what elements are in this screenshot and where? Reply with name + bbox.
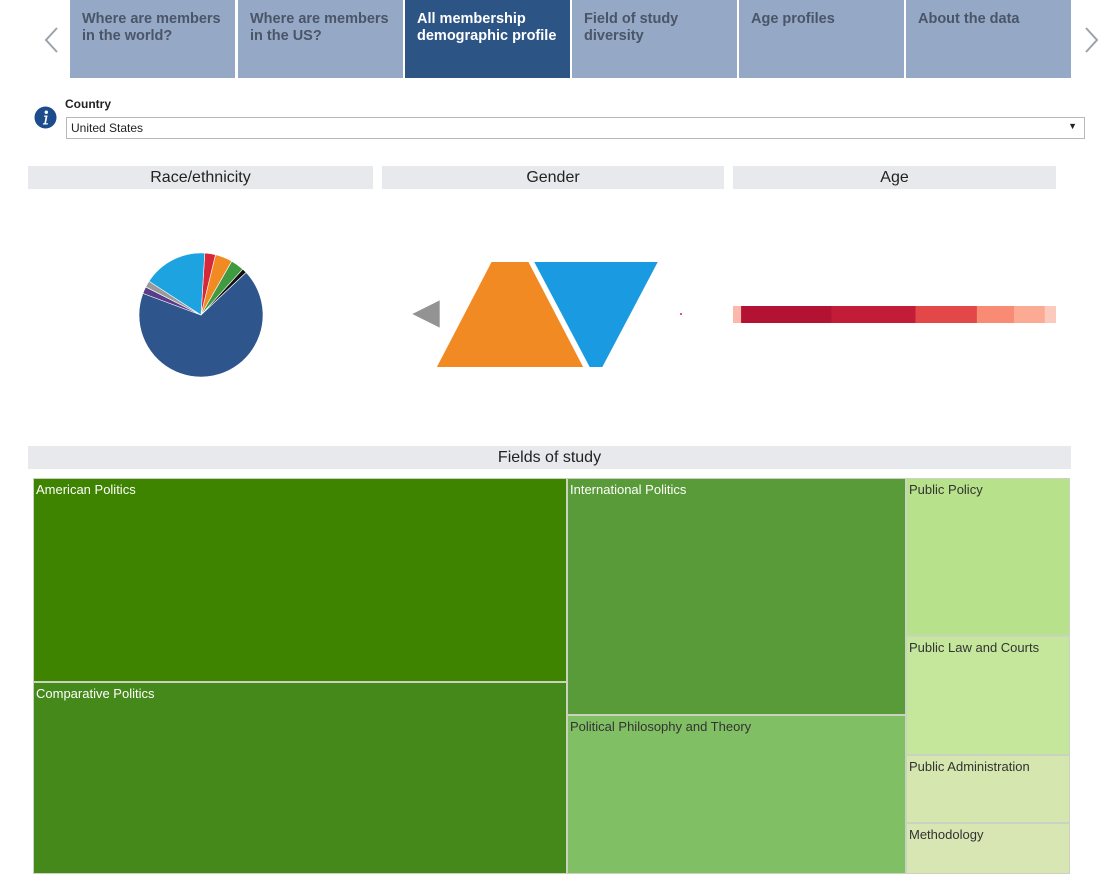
treemap-cell-methodology[interactable]: Methodology xyxy=(906,823,1070,874)
age-segment-4[interactable] xyxy=(976,306,1015,323)
tab-about-data[interactable]: About the data xyxy=(906,0,1071,78)
age-header: Age xyxy=(733,166,1056,189)
chevron-down-icon: ▼ xyxy=(1068,121,1077,131)
treemap-cell-international-politics[interactable]: International Politics xyxy=(567,478,906,715)
gender-mark-3[interactable] xyxy=(680,313,682,315)
next-arrow-button[interactable] xyxy=(1080,24,1104,56)
chevron-right-icon xyxy=(1085,27,1099,53)
age-segment-3[interactable] xyxy=(915,306,978,323)
country-selected-value: United States xyxy=(71,121,144,135)
tab-membership-profile[interactable]: All membership demographic profile xyxy=(405,0,570,78)
age-segment-5[interactable] xyxy=(1014,306,1045,323)
gender-header: Gender xyxy=(382,166,724,189)
gender-mark-0[interactable] xyxy=(412,300,440,328)
chevron-left-icon xyxy=(44,27,58,53)
race-header: Race/ethnicity xyxy=(28,166,373,189)
age-segment-6[interactable] xyxy=(1044,306,1056,323)
treemap-cell-public-administration[interactable]: Public Administration xyxy=(906,755,1070,823)
prev-arrow-button[interactable] xyxy=(40,24,64,56)
age-bar-chart xyxy=(733,306,1056,323)
tab-us-members[interactable]: Where are members in the US? xyxy=(238,0,403,78)
age-segment-0[interactable] xyxy=(733,306,742,323)
tab-age-profiles[interactable]: Age profiles xyxy=(739,0,904,78)
treemap-cell-public-law-and-courts[interactable]: Public Law and Courts xyxy=(906,636,1070,755)
fields-header: Fields of study xyxy=(28,446,1071,469)
tab-world-members[interactable]: Where are members in the world? xyxy=(70,0,235,78)
country-dropdown[interactable]: United States ▼ xyxy=(66,117,1085,139)
race-pie-chart xyxy=(138,252,264,378)
treemap-cell-political-philosophy-and-theory[interactable]: Political Philosophy and Theory xyxy=(567,715,906,874)
info-icon[interactable] xyxy=(34,106,57,129)
gender-chart xyxy=(412,262,682,367)
age-segment-2[interactable] xyxy=(831,306,916,323)
age-segment-1[interactable] xyxy=(741,306,832,323)
country-label: Country xyxy=(65,97,111,111)
fields-treemap: American Politics Comparative Politics Int… xyxy=(33,478,1070,874)
treemap-cell-comparative-politics[interactable]: Comparative Politics xyxy=(33,682,567,874)
treemap-cell-american-politics[interactable]: American Politics xyxy=(33,478,567,682)
tab-field-diversity[interactable]: Field of study diversity xyxy=(572,0,737,78)
treemap-cell-public-policy[interactable]: Public Policy xyxy=(906,478,1070,636)
